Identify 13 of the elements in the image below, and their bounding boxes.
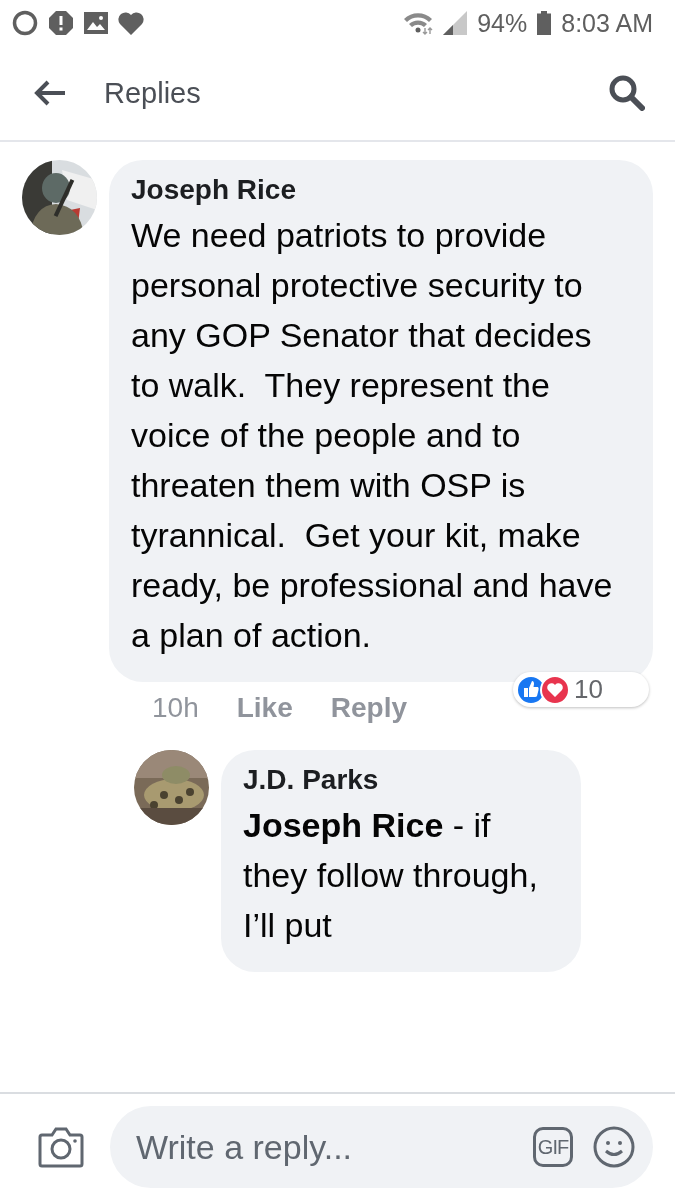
- clock-time: 8:03 AM: [561, 8, 653, 38]
- author-name[interactable]: Joseph Rice: [131, 174, 629, 206]
- comment-text: Joseph Rice - if they follow through, I’ll put: [243, 805, 539, 946]
- comment-action-link[interactable]: Like: [236, 692, 293, 724]
- page-title: Replies: [104, 76, 202, 110]
- comment-text: We need patriots to provide personal protective security to any GOP Senator that decides to walk. They represent the voice of the people and to threaten them with OSP is tyrannical. Get your kit, make ready, be professional and have a plan of action.: [131, 215, 614, 656]
- comment-time: 10h: [152, 692, 199, 724]
- author-name[interactable]: J.D. Parks: [243, 764, 557, 796]
- battery-percent: 94%: [477, 8, 528, 38]
- reaction-badge[interactable]: 10: [513, 672, 649, 707]
- gif-button[interactable]: GIF: [533, 1127, 573, 1167]
- comment-action-link[interactable]: Reply: [330, 692, 407, 724]
- reply-field[interactable]: Write a reply... GIF: [110, 1106, 653, 1188]
